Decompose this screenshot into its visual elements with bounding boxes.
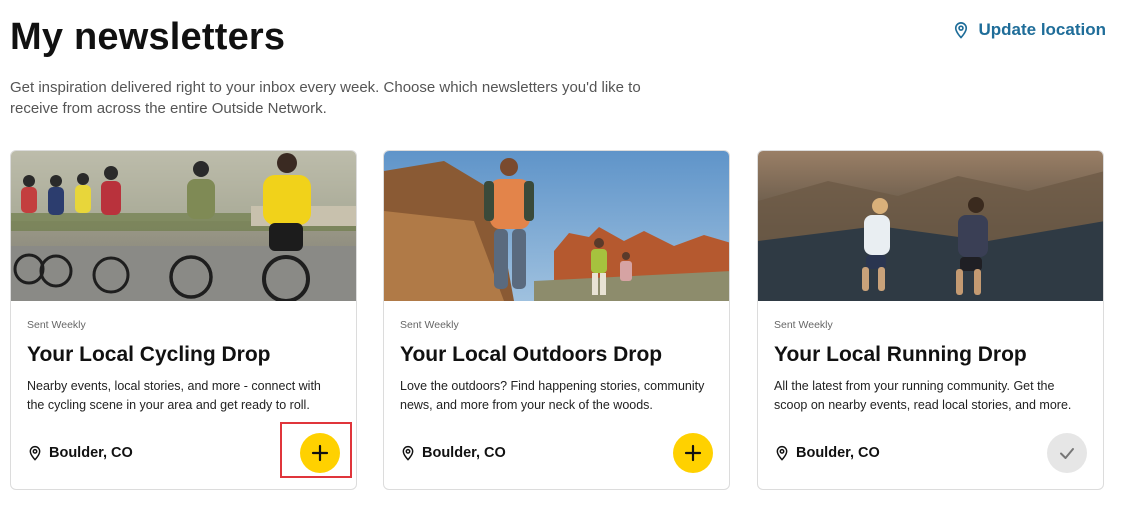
update-location-link[interactable]: Update location xyxy=(952,20,1106,40)
frequency-label: Sent Weekly xyxy=(27,319,86,331)
location-pin-icon xyxy=(29,446,41,461)
subscribe-outdoors-button[interactable] xyxy=(673,433,713,473)
subscribe-cycling-button[interactable] xyxy=(300,433,340,473)
location-pin-icon xyxy=(955,22,968,39)
page-subtitle: Get inspiration delivered right to your … xyxy=(10,79,641,117)
newsletter-description: Nearby events, local stories, and more -… xyxy=(27,379,321,412)
location-pin-icon xyxy=(402,446,414,461)
frequency-label: Sent Weekly xyxy=(774,319,833,331)
newsletter-title: Your Local Running Drop xyxy=(774,343,1027,366)
subscribed-running-button[interactable] xyxy=(1047,433,1087,473)
page-title: My newsletters xyxy=(10,16,286,58)
newsletter-title: Your Local Outdoors Drop xyxy=(400,343,663,366)
location-label: Boulder, CO xyxy=(796,445,880,461)
newsletter-description: All the latest from your running communi… xyxy=(774,379,1072,412)
newsletter-card-cycling: Sent Weekly Your Local Cycling Drop Near… xyxy=(10,150,357,490)
update-location-label: Update location xyxy=(978,20,1106,39)
plus-icon xyxy=(684,444,702,462)
location-pin-icon xyxy=(776,446,788,461)
location-label: Boulder, CO xyxy=(49,445,133,461)
plus-icon xyxy=(311,444,329,462)
newsletter-title: Your Local Cycling Drop xyxy=(27,343,271,366)
cycling-photo xyxy=(11,151,356,301)
newsletter-location: Boulder, CO xyxy=(400,445,506,461)
running-photo xyxy=(758,151,1103,301)
newsletter-card-running: Sent Weekly Your Local Running Drop All … xyxy=(757,150,1104,490)
newsletter-card-outdoors: Sent Weekly Your Local Outdoors Drop Lov… xyxy=(383,150,730,490)
check-icon xyxy=(1060,448,1074,459)
outdoors-photo xyxy=(384,151,729,301)
newsletter-description: Love the outdoors? Find happening storie… xyxy=(400,379,705,412)
location-label: Boulder, CO xyxy=(422,445,506,461)
newsletter-location: Boulder, CO xyxy=(27,445,133,461)
frequency-label: Sent Weekly xyxy=(400,319,459,331)
newsletter-location: Boulder, CO xyxy=(774,445,880,461)
